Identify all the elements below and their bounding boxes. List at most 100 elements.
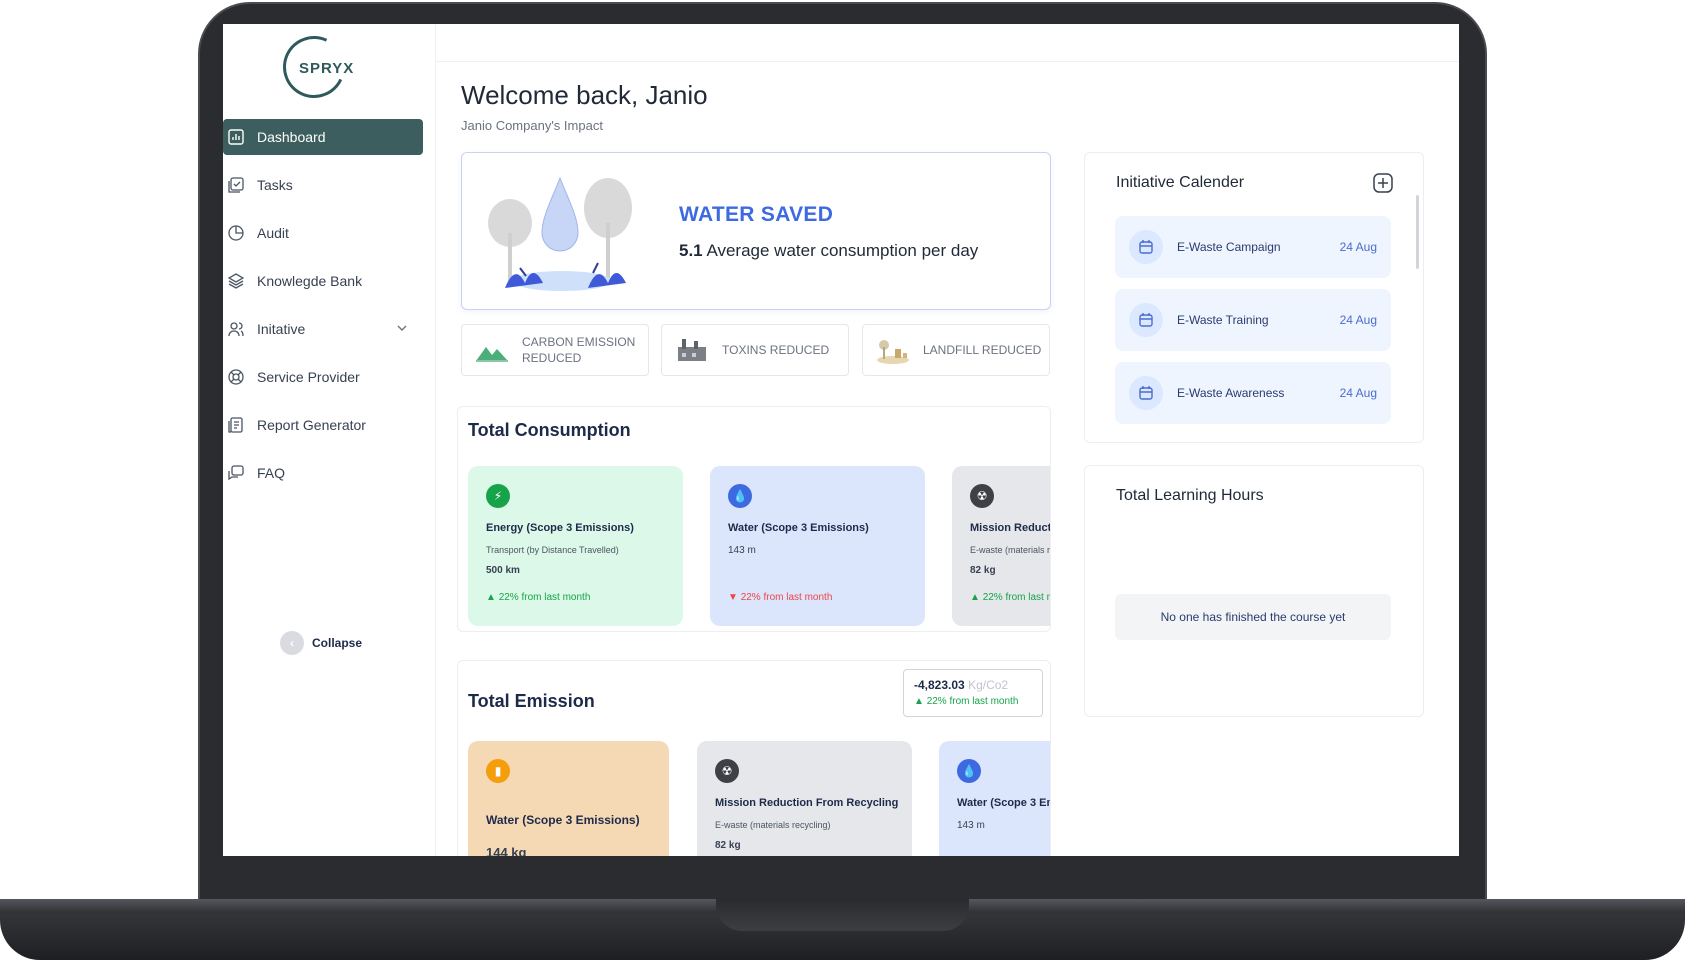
mini-card-label: CARBON EMISSION REDUCED — [522, 335, 636, 365]
water-drop-icon: 💧 — [728, 484, 752, 508]
sidebar-item-label: FAQ — [257, 465, 286, 481]
consumption-title: Total Consumption — [468, 420, 631, 440]
sidebar-item-faq[interactable]: FAQ — [223, 455, 423, 491]
sidebar-item-label: Knowlegde Bank — [257, 273, 363, 289]
water-saved-card: WATER SAVED 5.1 Average water consumptio… — [461, 152, 1051, 310]
sidebar-item-label: Tasks — [257, 177, 293, 193]
trash-icon: ▮ — [486, 759, 510, 783]
card-value: 500 km — [486, 565, 520, 576]
audit-icon — [227, 224, 245, 242]
card-value: 82 kg — [970, 565, 996, 576]
calendar-event[interactable]: E-Waste Training 24 Aug — [1115, 289, 1391, 351]
plus-icon[interactable] — [1373, 173, 1393, 198]
event-name: E-Waste Training — [1177, 313, 1269, 327]
hero-value: 5.1 — [679, 241, 703, 260]
sidebar-item-report-generator[interactable]: Report Generator — [223, 407, 423, 443]
sidebar-item-audit[interactable]: Audit — [223, 215, 423, 251]
emission-recycling-card[interactable]: ☢ Mission Reduction From Recycling E-was… — [697, 741, 912, 856]
card-change: ▼ 22% from last month — [728, 592, 833, 603]
page-subtitle: Janio Company's Impact — [461, 118, 603, 133]
mountain-icon — [476, 347, 508, 362]
sidebar-nav: Dashboard Tasks Audit Knowlegde Bank Ini… — [223, 119, 423, 503]
card-title: Water (Scope 3 Emissions) — [957, 797, 1050, 809]
learning-hours-panel: Total Learning Hours No one has finished… — [1084, 465, 1424, 717]
emission-water-card[interactable]: ▮ Water (Scope 3 Emissions) 144 kg — [468, 741, 669, 856]
tasks-icon — [227, 176, 245, 194]
kpi-change: ▲ 22% from last month — [914, 696, 1019, 707]
kpi-unit: Kg/Co2 — [968, 678, 1009, 692]
calendar-title: Initiative Calender — [1116, 174, 1245, 191]
calendar-icon — [1129, 303, 1163, 337]
logo-text: SPRYX — [299, 60, 355, 77]
event-date: 24 Aug — [1339, 313, 1377, 327]
sidebar-item-label: Initative — [257, 321, 306, 337]
layers-icon — [227, 272, 245, 290]
sidebar-item-label: Dashboard — [257, 129, 326, 145]
event-date: 24 Aug — [1339, 386, 1377, 400]
total-emission-panel: Total Emission -4,823.03 Kg/Co2 ▲ 22% fr… — [457, 660, 1051, 856]
water-drop-illustration — [480, 163, 640, 303]
hero-description-text: Average water consumption per day — [706, 241, 979, 260]
brand-logo[interactable]: SPRYX — [274, 27, 355, 107]
sidebar-item-initiative[interactable]: Initative — [223, 311, 423, 347]
total-consumption-panel: Total Consumption ⚡ Energy (Scope 3 Emis… — [457, 406, 1051, 632]
page-title: Welcome back, Janio — [461, 80, 708, 110]
sidebar-item-knowledge-bank[interactable]: Knowlegde Bank — [223, 263, 423, 299]
sidebar: SPRYX Dashboard Tasks Audit Knowlegde Ba… — [223, 24, 436, 856]
factory-icon — [678, 339, 706, 361]
recycle-icon: ☢ — [715, 759, 739, 783]
mini-card-label: TOXINS REDUCED — [722, 343, 830, 357]
calendar-scrollbar[interactable] — [1416, 195, 1419, 269]
event-name: E-Waste Campaign — [1177, 240, 1281, 254]
card-title: Water (Scope 3 Emissions) — [728, 522, 869, 534]
card-value: 143 m — [728, 545, 756, 556]
sidebar-item-tasks[interactable]: Tasks — [223, 167, 423, 203]
calendar-icon — [1129, 376, 1163, 410]
sidebar-item-label: Audit — [257, 225, 289, 241]
energy-card[interactable]: ⚡ Energy (Scope 3 Emissions) Transport (… — [468, 466, 683, 626]
card-value: 144 kg — [486, 845, 527, 856]
top-bar — [436, 24, 1459, 62]
card-title: Mission Reduction From Recycling — [715, 797, 899, 809]
mini-card-label: LANDFILL REDUCED — [923, 343, 1042, 357]
sidebar-item-label: Report Generator — [257, 417, 366, 433]
collapse-label: Collapse — [312, 636, 363, 650]
calendar-icon — [1129, 230, 1163, 264]
card-value: 143 m — [957, 820, 985, 831]
report-icon — [227, 416, 245, 434]
app-screen: SPRYX Dashboard Tasks Audit Knowlegde Ba… — [223, 24, 1459, 856]
card-change: ▲ 22% from last month — [970, 592, 1050, 603]
calendar-event[interactable]: E-Waste Awareness 24 Aug — [1115, 362, 1391, 424]
emission-title: Total Emission — [468, 691, 595, 711]
emission-kpi: -4,823.03 Kg/Co2 ▲ 22% from last month — [903, 669, 1043, 717]
emission-water-card-2[interactable]: 💧 Water (Scope 3 Emissions) 143 m — [939, 741, 1050, 856]
chevron-left-icon: ‹ — [280, 631, 304, 655]
carbon-emission-card[interactable]: CARBON EMISSION REDUCED — [461, 324, 649, 376]
sidebar-item-service-provider[interactable]: Service Provider — [223, 359, 423, 395]
card-title: Energy (Scope 3 Emissions) — [486, 522, 634, 534]
initiative-calendar-panel: Initiative Calender E-Waste Campaign 24 … — [1084, 152, 1424, 443]
card-detail: E-waste (materials recycling) — [970, 545, 1051, 555]
sidebar-item-label: Service Provider — [257, 369, 360, 385]
landfill-reduced-card[interactable]: LANDFILL REDUCED — [862, 324, 1050, 376]
card-title: Mission Reduction From Recycling — [970, 522, 1051, 534]
lifebuoy-icon — [227, 368, 245, 386]
hero-title: WATER SAVED — [679, 203, 834, 226]
card-detail: Transport (by Distance Travelled) — [486, 545, 619, 555]
water-card[interactable]: 💧 Water (Scope 3 Emissions) 143 m ▼ 22% … — [710, 466, 925, 626]
toxins-reduced-card[interactable]: TOXINS REDUCED — [661, 324, 849, 376]
calendar-event[interactable]: E-Waste Campaign 24 Aug — [1115, 216, 1391, 278]
chevron-down-icon[interactable] — [395, 321, 411, 337]
learning-title: Total Learning Hours — [1116, 487, 1264, 504]
card-title: Water (Scope 3 Emissions) — [486, 813, 640, 827]
faq-icon — [227, 464, 245, 482]
water-drop-icon: 💧 — [957, 759, 981, 783]
learning-empty-state: No one has finished the course yet — [1115, 594, 1391, 640]
collapse-button[interactable]: ‹ Collapse — [280, 631, 362, 655]
recycling-card[interactable]: ☢ Mission Reduction From Recycling E-was… — [952, 466, 1051, 626]
sidebar-item-dashboard[interactable]: Dashboard — [223, 119, 423, 155]
card-value: 82 kg — [715, 840, 741, 851]
card-change: ▲ 22% from last month — [486, 592, 591, 603]
event-name: E-Waste Awareness — [1177, 386, 1285, 400]
card-detail: E-waste (materials recycling) — [715, 820, 831, 830]
